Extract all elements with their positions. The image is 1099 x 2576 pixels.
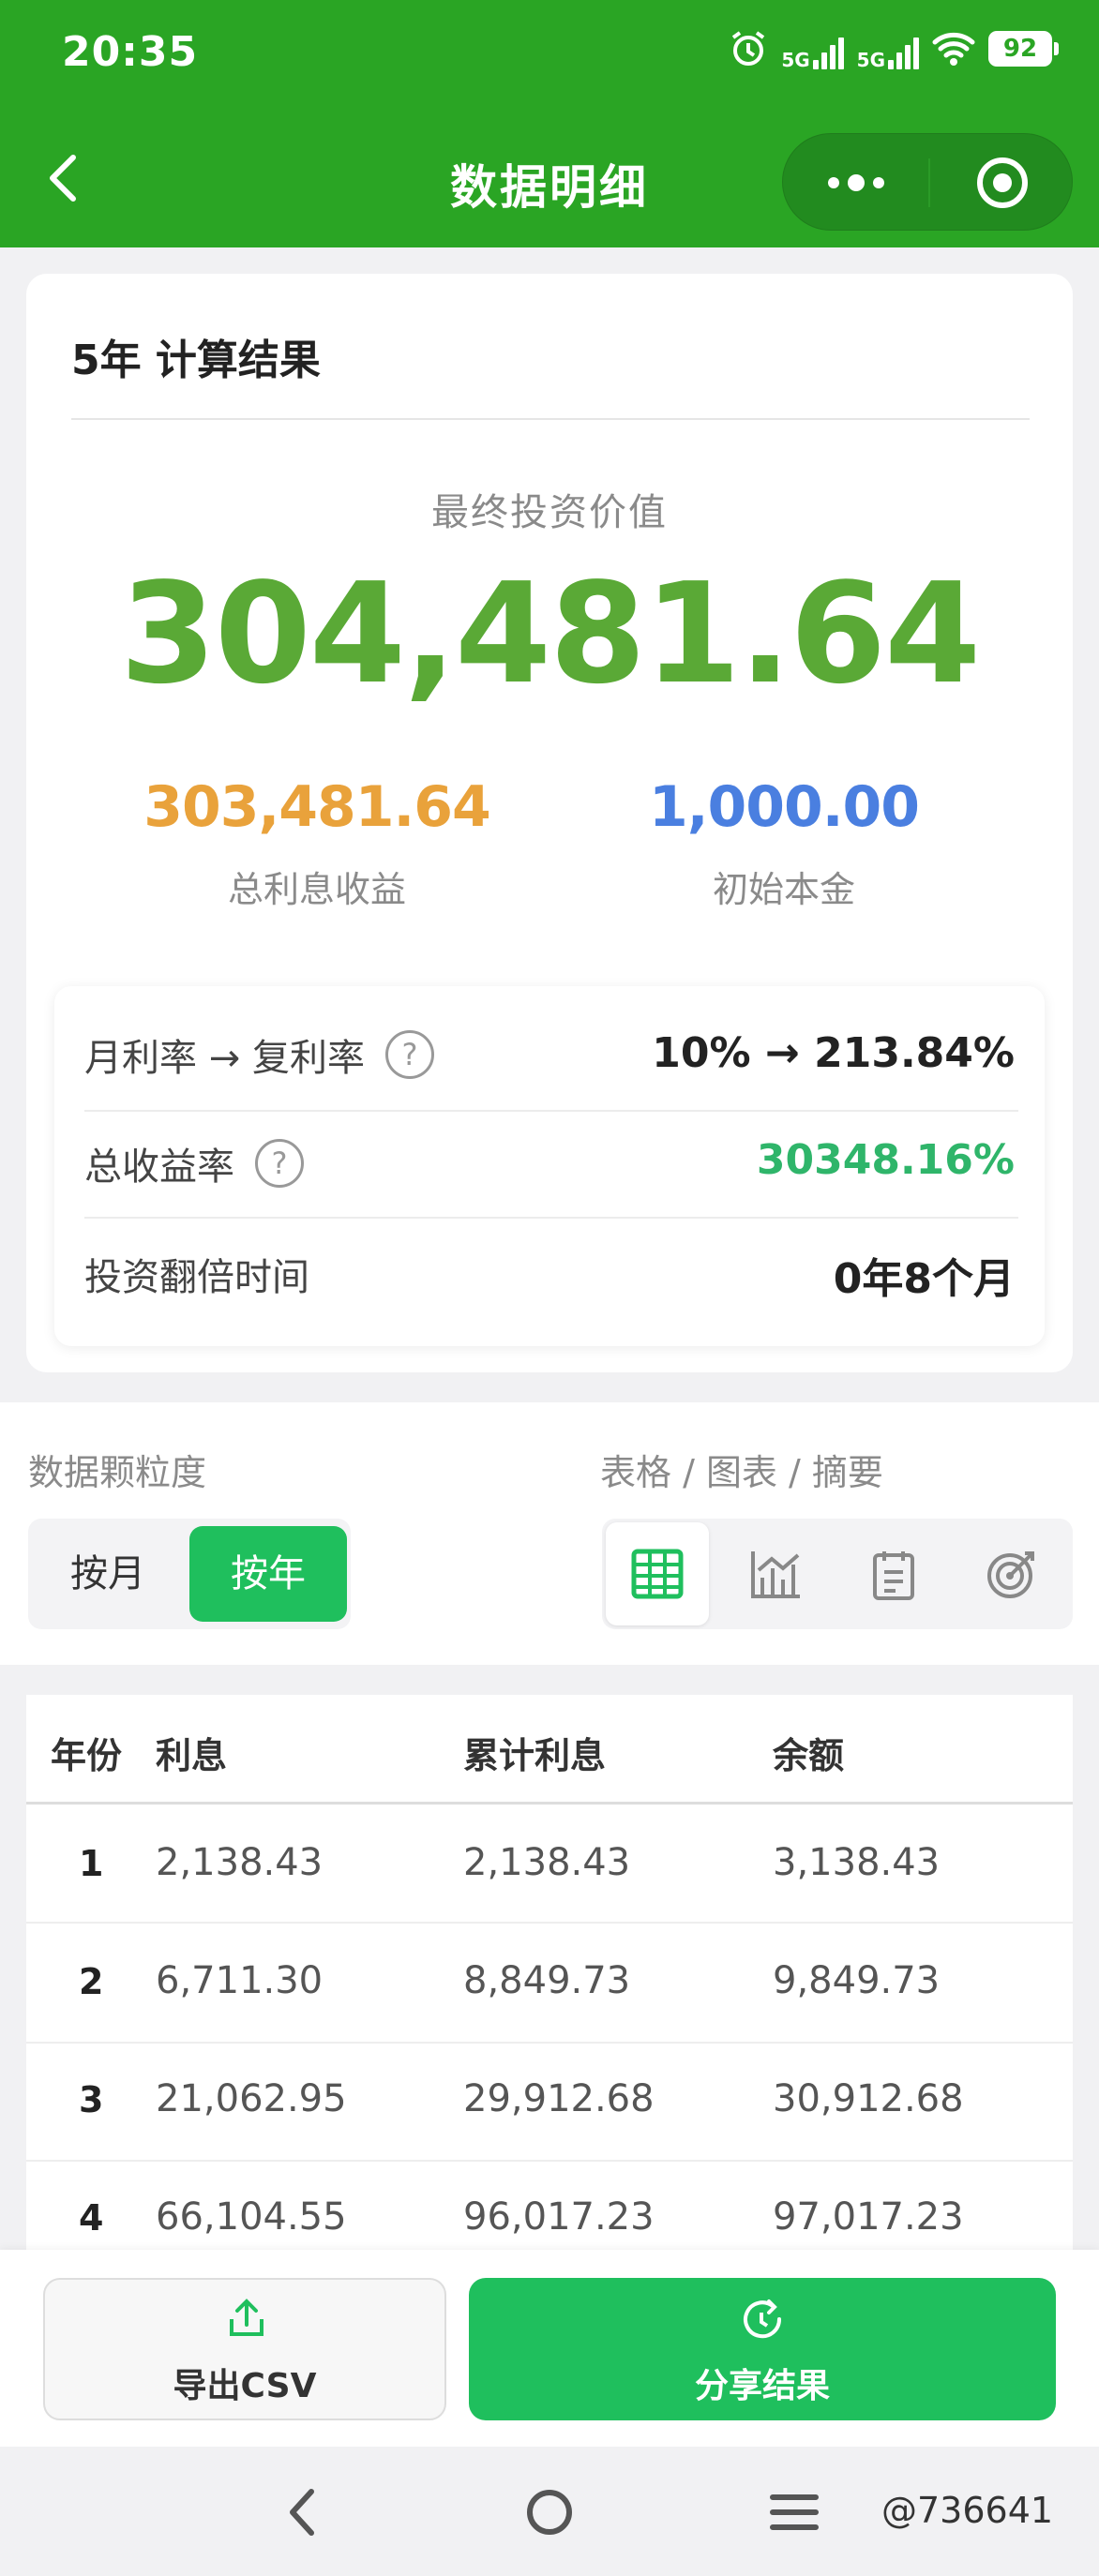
divider (71, 418, 1030, 420)
mini-program-capsule (782, 133, 1073, 231)
result-title: 5年 计算结果 (71, 337, 321, 384)
signal-icon-2: 5G (857, 28, 919, 69)
cell-cumulative: 96,017.23 (463, 2195, 655, 2239)
alarm-icon (732, 31, 765, 66)
help-icon[interactable]: ? (255, 1139, 304, 1188)
total-interest-label: 总利息收益 (227, 869, 406, 910)
cell-balance: 30,912.68 (773, 2077, 964, 2120)
view-label: 表格 / 图表 / 摘要 (600, 1452, 883, 1493)
export-csv-label: 导出CSV (173, 2367, 317, 2405)
doubling-time-value: 0年8个月 (833, 1255, 1015, 1303)
rate-label-text: 月利率 → 复利率 (84, 1037, 365, 1080)
cell-cumulative: 2,138.43 (463, 1841, 631, 1884)
system-home-icon[interactable] (523, 2486, 576, 2539)
cell-year: 2 (79, 1961, 104, 2002)
chart-icon (751, 1551, 800, 1598)
more-icon (827, 174, 884, 191)
battery-icon: 92 (988, 31, 1059, 67)
row-divider (26, 2042, 1073, 2044)
system-menu-icon[interactable] (769, 2490, 820, 2535)
column-header-year: 年份 (51, 1735, 123, 1776)
yearly-option[interactable]: 按年 (189, 1526, 347, 1622)
share-result-label: 分享结果 (694, 2367, 830, 2405)
column-header-interest: 利息 (156, 1735, 228, 1776)
table-icon (631, 1549, 684, 1599)
rate-row-label: 月利率 → 复利率 ? (84, 1027, 434, 1082)
target-icon (987, 1551, 1034, 1598)
final-value: 304,481.64 (119, 553, 981, 714)
network-type-2: 5G (856, 49, 885, 71)
doubling-time-label-text: 投资翻倍时间 (84, 1256, 309, 1299)
export-csv-button[interactable]: 导出CSV (43, 2278, 446, 2420)
network-type-1: 5G (781, 49, 810, 71)
monthly-option[interactable]: 按月 (38, 1526, 178, 1622)
total-interest-value: 303,481.64 (143, 774, 491, 840)
row-divider (84, 1217, 1018, 1219)
cell-interest: 21,062.95 (156, 2077, 347, 2120)
cell-balance: 9,849.73 (773, 1959, 941, 2002)
target-close-icon (976, 157, 1028, 208)
cell-balance: 97,017.23 (773, 2195, 964, 2239)
principal-value: 1,000.00 (648, 774, 920, 840)
row-divider (26, 2160, 1073, 2162)
column-header-cumulative: 累计利息 (463, 1735, 607, 1776)
column-header-balance: 余额 (773, 1735, 845, 1776)
table-header-divider (26, 1802, 1073, 1805)
summary-view-button[interactable] (842, 1522, 945, 1625)
signal-icon: 5G (781, 28, 844, 71)
row-divider (84, 1110, 1018, 1112)
cell-cumulative: 29,912.68 (463, 2077, 655, 2120)
doubling-time-label: 投资翻倍时间 (84, 1247, 309, 1301)
share-icon (744, 2299, 782, 2339)
table-view-button[interactable] (606, 1522, 709, 1625)
chart-view-button[interactable] (724, 1522, 827, 1625)
close-button[interactable] (930, 134, 1074, 232)
cell-interest: 66,104.55 (156, 2195, 347, 2239)
row-divider (26, 1922, 1073, 1924)
rate-value: 10% → 213.84% (652, 1029, 1015, 1077)
more-button[interactable] (783, 134, 928, 232)
status-time: 20:35 (62, 28, 199, 76)
cell-interest: 2,138.43 (156, 1841, 324, 1884)
wifi-icon (932, 32, 975, 66)
total-return-value: 30348.16% (756, 1136, 1015, 1184)
total-return-label-text: 总收益率 (84, 1146, 234, 1189)
export-icon (230, 2299, 263, 2336)
cell-balance: 3,138.43 (773, 1841, 941, 1884)
cell-year: 1 (79, 1843, 104, 1884)
cell-year: 3 (79, 2079, 104, 2120)
help-icon[interactable]: ? (384, 1030, 434, 1079)
principal-label: 初始本金 (712, 869, 855, 910)
system-back-icon[interactable] (283, 2486, 321, 2539)
granularity-label: 数据颗粒度 (28, 1452, 207, 1493)
share-result-button[interactable]: 分享结果 (469, 2278, 1056, 2420)
goal-view-button[interactable] (960, 1522, 1063, 1625)
total-return-label: 总收益率 ? (84, 1136, 304, 1191)
cell-cumulative: 8,849.73 (463, 1959, 631, 2002)
final-value-label: 最终投资价值 (431, 491, 668, 534)
cell-interest: 6,711.30 (156, 1959, 324, 2002)
cell-year: 4 (79, 2197, 104, 2239)
watermark: @736641 (881, 2490, 1054, 2531)
status-icons: 5G 5G 92 (729, 28, 1059, 71)
clipboard-icon (873, 1551, 914, 1600)
